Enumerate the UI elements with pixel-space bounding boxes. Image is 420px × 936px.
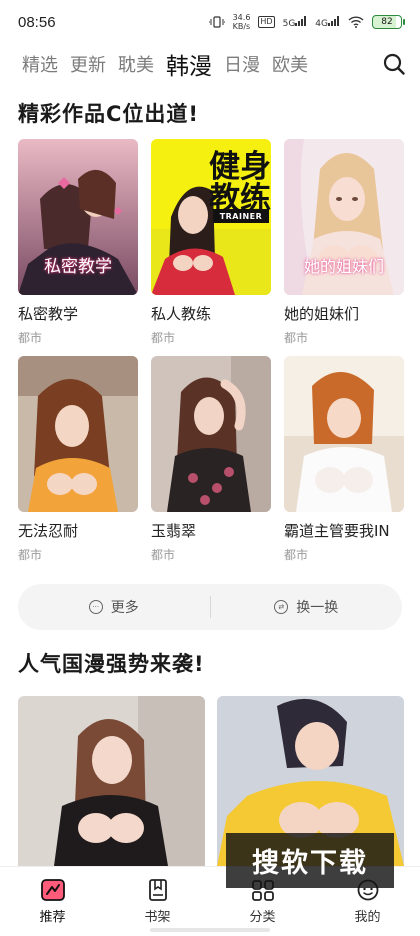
signal-4g: 4G: [315, 15, 340, 29]
wifi-icon: [348, 16, 364, 28]
tab-bl[interactable]: 耽美: [118, 51, 154, 77]
comic-title: 霸道主管要我IN: [284, 522, 390, 540]
status-time: 08:56: [18, 13, 56, 31]
comic-genre-tag: 都市: [151, 331, 176, 345]
comic-cover[interactable]: [284, 356, 404, 512]
battery-indicator: 82: [372, 15, 405, 29]
net-speed: 34.6 KB/s: [232, 13, 251, 31]
signal-bars-icon: [328, 15, 339, 26]
comic-title: 她的姐妹们: [284, 305, 360, 323]
more-label: 更多: [110, 600, 139, 616]
home-indicator[interactable]: [150, 928, 270, 932]
comic-cover[interactable]: 她的姐妹们: [284, 139, 404, 295]
comic-cover[interactable]: [18, 356, 138, 512]
section-title-popular: 人气国漫强势来袭!: [18, 648, 205, 680]
tab-korean[interactable]: 韩漫: [166, 47, 212, 81]
tab-western[interactable]: 欧美: [272, 51, 308, 77]
comic-cover[interactable]: 健身 教练 TRAINER: [151, 139, 271, 295]
cover-title-text: 私密教学: [44, 257, 112, 277]
comic-card[interactable]: 私密教学 私密教学 都市: [18, 139, 138, 356]
comic-title: 无法忍耐: [18, 522, 79, 540]
refresh-label: 换一换: [296, 600, 339, 616]
cover-title-text: 她的姐妹们: [303, 257, 384, 276]
status-icons: 34.6 KB/s HD 5G 4G 82: [208, 13, 405, 31]
nav-bookshelf[interactable]: 书架: [105, 867, 210, 936]
status-bar: 08:56 34.6 KB/s HD 5G 4G 82: [0, 0, 420, 44]
comic-genre-tag: 都市: [284, 548, 309, 562]
nav-recommend[interactable]: 推荐: [0, 867, 105, 936]
tab-featured[interactable]: 精选: [22, 51, 58, 77]
signal-bars-icon: [295, 15, 307, 26]
comic-cover-large[interactable]: [18, 696, 205, 866]
comic-card[interactable]: 玉翡翠 都市: [151, 356, 271, 573]
tab-japanese[interactable]: 日漫: [224, 51, 260, 77]
cover-banner: TRAINER: [213, 209, 269, 223]
vibrate-icon: [208, 16, 225, 28]
comic-title: 玉翡翠: [151, 522, 197, 540]
signal-5g: 5G: [283, 15, 308, 29]
comic-genre-tag: 都市: [284, 331, 309, 345]
watermark-overlay: 搜软下载: [226, 833, 394, 888]
tab-updates[interactable]: 更新: [70, 51, 106, 77]
comic-card[interactable]: 她的姐妹们 她的姐妹们 都市: [284, 139, 404, 356]
comic-title: 私密教学: [18, 305, 79, 323]
comic-genre-tag: 都市: [151, 548, 176, 562]
comic-cover[interactable]: [151, 356, 271, 512]
hd-badge: HD: [258, 16, 275, 28]
comic-genre-tag: 都市: [18, 331, 43, 345]
bookshelf-icon: [148, 879, 167, 901]
comic-cover[interactable]: 私密教学: [18, 139, 138, 295]
refresh-button[interactable]: ⇄ 换一换: [211, 584, 403, 630]
comic-card[interactable]: 霸道主管要我IN 都市: [284, 356, 404, 573]
search-icon[interactable]: [382, 52, 406, 76]
more-dots-icon: ···: [88, 600, 103, 614]
section-action-bar: ··· 更多 ⇄ 换一换: [18, 584, 402, 630]
category-tabs: 精选 更新 耽美 韩漫 日漫 欧美: [0, 44, 420, 84]
comic-card[interactable]: 健身 教练 TRAINER 私人教练 都市: [151, 139, 271, 356]
comic-title: 私人教练: [151, 305, 212, 323]
swap-icon: ⇄: [274, 600, 289, 614]
section-title-featured: 精彩作品C位出道!: [18, 98, 199, 130]
recommend-icon: [40, 879, 65, 901]
comic-card[interactable]: 无法忍耐 都市: [18, 356, 138, 573]
comic-grid: 私密教学 私密教学 都市 健身 教练 TRAINER 私人教练 都市 她的姐妹们…: [18, 139, 408, 573]
more-button[interactable]: ··· 更多: [18, 584, 210, 630]
comic-genre-tag: 都市: [18, 548, 43, 562]
